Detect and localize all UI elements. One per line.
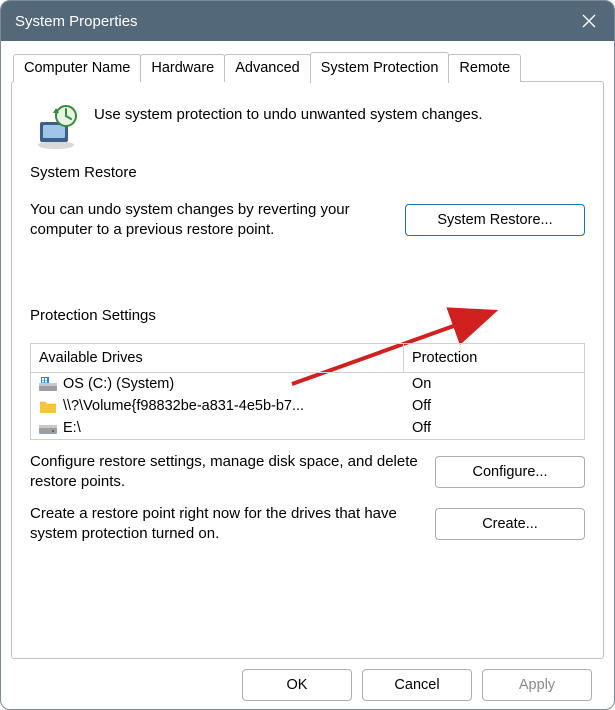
drive-protection: Off — [404, 417, 584, 439]
group-legend-settings: Protection Settings — [30, 307, 162, 324]
group-system-restore: System Restore You can undo system chang… — [30, 174, 585, 247]
table-header: Available Drives Protection — [31, 344, 584, 373]
system-restore-button[interactable]: System Restore... — [405, 204, 585, 236]
restore-description: You can undo system changes by reverting… — [30, 200, 393, 241]
system-properties-window: System Properties Computer Name Hardware… — [0, 0, 615, 710]
drive-name: OS (C:) (System) — [63, 376, 174, 392]
ok-button[interactable]: OK — [242, 669, 352, 701]
table-row[interactable]: E:\ Off — [31, 417, 584, 439]
tab-panel: Use system protection to undo unwanted s… — [11, 81, 604, 659]
tab-remote[interactable]: Remote — [448, 54, 521, 82]
create-description: Create a restore point right now for the… — [30, 504, 421, 545]
intro-text: Use system protection to undo unwanted s… — [94, 102, 483, 123]
system-protection-icon — [32, 102, 80, 150]
header-available-drives: Available Drives — [31, 344, 404, 372]
configure-description: Configure restore settings, manage disk … — [30, 452, 421, 493]
apply-button[interactable]: Apply — [482, 669, 592, 701]
group-legend-restore: System Restore — [30, 164, 143, 181]
drives-table[interactable]: Available Drives Protection OS (C:) (Sys… — [30, 343, 585, 440]
tab-computer-name[interactable]: Computer Name — [13, 54, 141, 82]
disk-icon — [39, 420, 57, 436]
disk-os-icon — [39, 376, 57, 392]
drive-protection: Off — [404, 395, 584, 417]
titlebar: System Properties — [1, 1, 614, 41]
table-row[interactable]: OS (C:) (System) On — [31, 373, 584, 395]
create-button[interactable]: Create... — [435, 508, 585, 540]
configure-button[interactable]: Configure... — [435, 456, 585, 488]
tab-system-protection[interactable]: System Protection — [310, 52, 450, 83]
tab-hardware[interactable]: Hardware — [140, 54, 225, 82]
cancel-button[interactable]: Cancel — [362, 669, 472, 701]
drive-name: \\?\Volume{f98832be-a831-4e5b-b7... — [63, 398, 304, 414]
drive-protection: On — [404, 373, 584, 395]
dialog-footer: OK Cancel Apply — [11, 659, 604, 701]
table-row[interactable]: \\?\Volume{f98832be-a831-4e5b-b7... Off — [31, 395, 584, 417]
header-protection: Protection — [404, 344, 584, 372]
close-icon[interactable] — [580, 12, 598, 30]
client-area: Computer Name Hardware Advanced System P… — [1, 41, 614, 709]
folder-icon — [39, 398, 57, 414]
group-protection-settings: Protection Settings Available Drives Pro… — [30, 317, 585, 563]
tab-advanced[interactable]: Advanced — [224, 54, 311, 82]
tab-strip: Computer Name Hardware Advanced System P… — [11, 51, 604, 82]
drive-name: E:\ — [63, 420, 81, 436]
intro-row: Use system protection to undo unwanted s… — [32, 102, 585, 150]
window-title: System Properties — [15, 13, 138, 30]
